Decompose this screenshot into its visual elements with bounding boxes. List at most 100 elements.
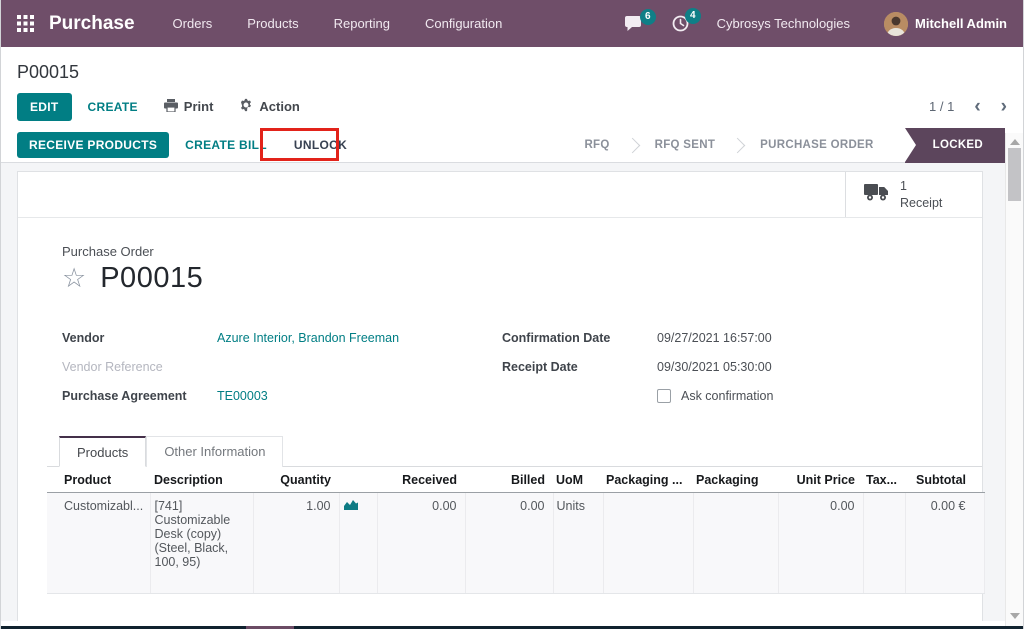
purchase-agreement-value[interactable]: TE00003: [217, 389, 268, 403]
unlock-button[interactable]: UNLOCK: [294, 138, 347, 152]
menu-configuration[interactable]: Configuration: [425, 16, 502, 31]
user-menu[interactable]: Mitchell Admin: [915, 16, 1007, 31]
confirmation-date-value: 09/27/2021 16:57:00: [657, 331, 772, 345]
received-cell[interactable]: 0.00: [377, 493, 465, 594]
taxes-cell[interactable]: [863, 493, 905, 594]
tab-bar: Products Other Information: [47, 436, 982, 467]
stage-locked[interactable]: LOCKED: [905, 128, 1005, 163]
quantity-column-header[interactable]: Quantity: [253, 467, 339, 493]
receipt-label: Receipt: [900, 195, 942, 211]
table-header-row: Product Description Quantity Received Bi…: [47, 467, 984, 493]
favorite-star-icon[interactable]: ☆: [62, 265, 86, 292]
form-sheet: 1 Receipt Purchase Order ☆ P00015 Vendor…: [17, 171, 983, 621]
scrollbar-thumb[interactable]: [1008, 148, 1021, 201]
order-number: P00015: [100, 262, 203, 295]
action-button[interactable]: Action: [239, 98, 299, 115]
pager-next-icon[interactable]: ›: [1001, 97, 1007, 116]
field-groups: Vendor Azure Interior, Brandon Freeman V…: [62, 323, 958, 410]
breadcrumb-row: P00015: [1, 47, 1023, 85]
receipt-date-label: Receipt Date: [502, 360, 657, 374]
receipt-date-value: 09/30/2021 05:30:00: [657, 360, 772, 374]
subtotal-cell: 0.00 €: [905, 493, 984, 594]
forecast-column-header: [339, 467, 377, 493]
status-pipeline: RFQ RFQ SENT PURCHASE ORDER LOCKED: [569, 128, 1005, 162]
content-area: 1 Receipt Purchase Order ☆ P00015 Vendor…: [1, 163, 1023, 621]
uom-column-header[interactable]: UoM: [553, 467, 603, 493]
receive-products-button[interactable]: RECEIVE PRODUCTS: [17, 132, 169, 158]
edit-button[interactable]: EDIT: [17, 93, 72, 121]
order-line-row[interactable]: Customizabl... [741] Customizable Desk (…: [47, 493, 984, 594]
subtotal-column-header[interactable]: Subtotal: [905, 467, 984, 493]
packaging-cell[interactable]: [693, 493, 778, 594]
vertical-scrollbar[interactable]: [1005, 133, 1023, 626]
ask-confirmation-checkbox[interactable]: [657, 389, 671, 403]
gear-icon: [239, 98, 253, 115]
forecast-chart-icon[interactable]: [343, 500, 359, 514]
create-button[interactable]: CREATE: [88, 93, 138, 121]
status-bar: RECEIVE PRODUCTS CREATE BILL UNLOCK RFQ …: [1, 128, 1023, 163]
vendor-reference-label: Vendor Reference: [62, 360, 217, 374]
activities-badge: 4: [685, 8, 701, 24]
control-panel: EDIT CREATE Print Action 1 / 1 ‹ ›: [1, 85, 1023, 128]
notebook: Products Other Information: [47, 436, 982, 594]
menu-orders[interactable]: Orders: [173, 16, 213, 31]
scroll-up-icon[interactable]: [1010, 139, 1020, 145]
stage-rfq-sent[interactable]: RFQ SENT: [640, 139, 731, 151]
unit-price-column-header[interactable]: Unit Price: [778, 467, 863, 493]
messages-badge: 6: [640, 9, 656, 25]
print-label: Print: [184, 99, 214, 114]
packaging-column-header[interactable]: Packaging: [693, 467, 778, 493]
pager-value: 1 / 1: [929, 99, 954, 114]
packaging-qty-column-header[interactable]: Packaging ...: [603, 467, 693, 493]
stage-rfq[interactable]: RFQ: [569, 139, 624, 151]
activities-icon[interactable]: 4: [672, 15, 689, 32]
order-lines-table: Product Description Quantity Received Bi…: [47, 467, 985, 594]
quantity-cell[interactable]: 1.00: [253, 493, 339, 594]
tab-other-information[interactable]: Other Information: [146, 436, 283, 467]
description-cell[interactable]: [741] Customizable Desk (copy) (Steel, B…: [150, 493, 253, 594]
product-cell[interactable]: Customizabl...: [61, 493, 150, 594]
print-button[interactable]: Print: [164, 99, 214, 115]
stage-separator-icon: [624, 137, 640, 153]
receipt-count: 1: [900, 178, 942, 194]
handle-column-header: [47, 467, 61, 493]
form-body: Purchase Order ☆ P00015 Vendor Azure Int…: [18, 218, 982, 594]
received-column-header[interactable]: Received: [377, 467, 465, 493]
billed-cell[interactable]: 0.00: [465, 493, 553, 594]
vendor-value[interactable]: Azure Interior, Brandon Freeman: [217, 331, 399, 345]
menu-products[interactable]: Products: [247, 16, 298, 31]
confirmation-date-label: Confirmation Date: [502, 331, 657, 345]
breadcrumb[interactable]: P00015: [17, 62, 79, 82]
unit-price-cell[interactable]: 0.00: [778, 493, 863, 594]
receipt-smart-button[interactable]: 1 Receipt: [845, 172, 982, 217]
purchase-agreement-label: Purchase Agreement: [62, 389, 217, 403]
order-type-label: Purchase Order: [62, 244, 958, 259]
tab-products[interactable]: Products: [59, 436, 146, 467]
product-column-header[interactable]: Product: [61, 467, 150, 493]
taxes-column-header[interactable]: Tax...: [863, 467, 905, 493]
apps-grid-icon[interactable]: [17, 15, 34, 32]
ask-confirmation-label: Ask confirmation: [681, 389, 773, 403]
pager-previous-icon[interactable]: ‹: [974, 97, 980, 116]
top-nav: Purchase Orders Products Reporting Confi…: [1, 0, 1023, 47]
pager: 1 / 1 ‹ ›: [929, 97, 1007, 116]
billed-column-header[interactable]: Billed: [465, 467, 553, 493]
create-bill-button[interactable]: CREATE BILL: [185, 131, 267, 159]
app-name[interactable]: Purchase: [49, 13, 135, 35]
description-column-header[interactable]: Description: [150, 467, 253, 493]
company-switcher[interactable]: Cybrosys Technologies: [717, 16, 850, 31]
stage-purchase-order[interactable]: PURCHASE ORDER: [745, 139, 888, 151]
messages-icon[interactable]: 6: [625, 16, 644, 32]
user-avatar[interactable]: [884, 12, 908, 36]
smart-button-strip: 1 Receipt: [18, 172, 982, 218]
stage-separator-icon: [730, 137, 746, 153]
packaging-qty-cell[interactable]: [603, 493, 693, 594]
action-label: Action: [259, 99, 299, 114]
forecast-cell[interactable]: [339, 493, 377, 594]
printer-icon: [164, 99, 178, 115]
menu-reporting[interactable]: Reporting: [334, 16, 390, 31]
main-menu: Orders Products Reporting Configuration: [173, 16, 538, 31]
truck-icon: [864, 183, 890, 207]
uom-cell[interactable]: Units: [553, 493, 603, 594]
scroll-down-icon[interactable]: [1010, 613, 1020, 619]
